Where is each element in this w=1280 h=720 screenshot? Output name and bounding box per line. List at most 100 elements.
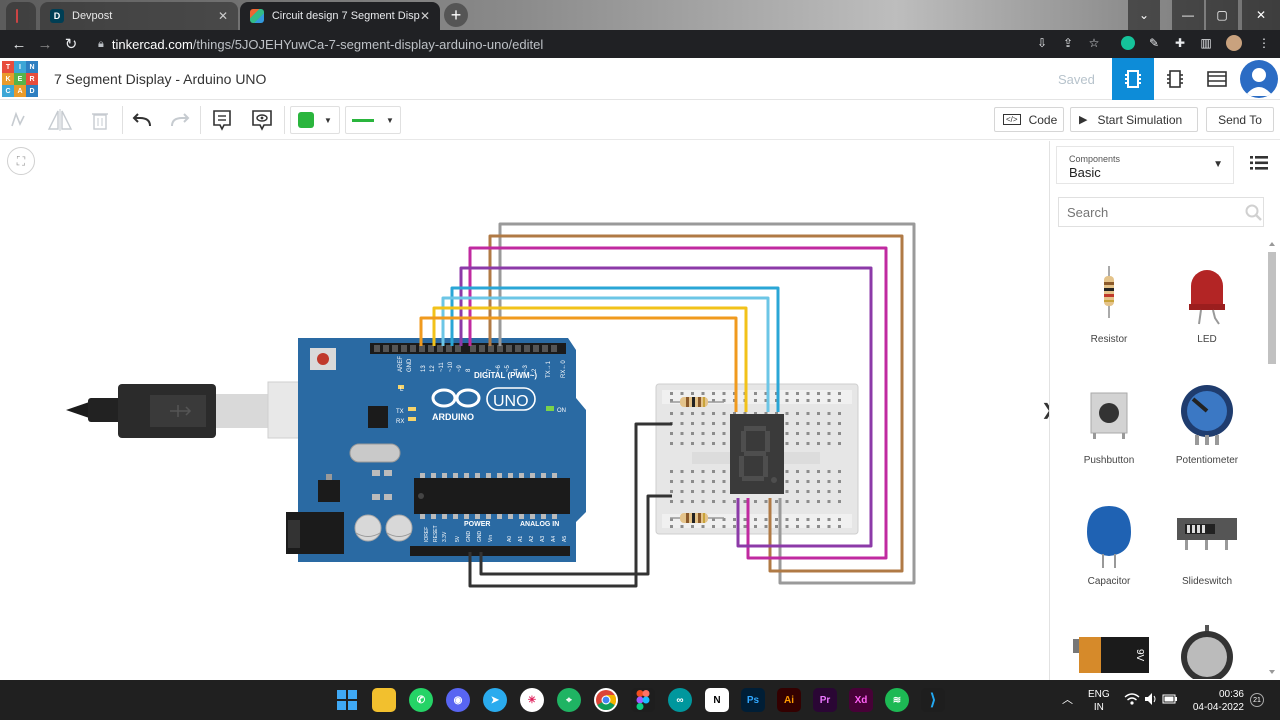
rotate-icon[interactable] [6, 106, 30, 134]
slack-icon[interactable]: ✳ [520, 688, 544, 712]
wire-color-picker[interactable]: ▼ [290, 106, 340, 134]
share-icon[interactable]: ⇪ [1058, 33, 1078, 53]
premiere-icon[interactable]: Pr [813, 688, 837, 712]
play-icon: ▶ [1079, 114, 1088, 126]
chevron-down-icon: ▼ [324, 115, 332, 125]
volume-icon[interactable] [1144, 692, 1158, 711]
maximize-button[interactable]: ▢ [1206, 0, 1238, 30]
windows-start-icon[interactable] [335, 688, 359, 712]
close-icon[interactable]: ✕ [420, 9, 430, 23]
component-pushbutton[interactable]: Pushbutton [1061, 373, 1157, 489]
illustrator-icon[interactable]: Ai [777, 688, 801, 712]
circuit-view-button[interactable] [1112, 58, 1154, 100]
component-coin-cell[interactable] [1159, 615, 1255, 679]
wifi-icon[interactable] [1124, 692, 1140, 709]
address-bar[interactable]: 🔒︎ tinkercad.com/things/5JOJEHYuwCa-7-se… [98, 32, 1028, 56]
back-icon[interactable]: ← [6, 31, 32, 57]
panel-scrollbar[interactable] [1267, 240, 1277, 678]
components-dropdown[interactable]: Components Basic ▼ [1056, 146, 1234, 184]
redo-icon[interactable] [168, 106, 192, 134]
chevron-up-icon[interactable]: ︿ [1062, 691, 1073, 707]
language-indicator[interactable]: ENG IN [1088, 688, 1110, 714]
extensions-puzzle-icon[interactable]: ✚ [1170, 33, 1190, 53]
menu-dots-icon[interactable]: ⋮ [1254, 33, 1274, 53]
start-simulation-button[interactable]: ▶ Start Simulation [1070, 107, 1198, 132]
file-explorer-icon[interactable] [372, 688, 396, 712]
close-icon[interactable]: ✕ [218, 9, 228, 23]
chrome-icon[interactable] [594, 688, 618, 712]
list-view-icon[interactable] [1250, 155, 1268, 171]
delete-icon[interactable] [88, 106, 112, 134]
wire-type-icon [352, 118, 375, 122]
usb-cable[interactable] [66, 381, 339, 439]
wire-color-swatch [298, 112, 315, 128]
logo-letter: E [14, 73, 26, 85]
notes-icon[interactable] [210, 106, 234, 134]
coin-cell-icon [1181, 625, 1233, 679]
reload-icon[interactable]: ↻ [58, 31, 84, 57]
vscode-icon[interactable]: ⟩ [921, 688, 945, 712]
close-window-button[interactable]: ✕ [1242, 0, 1280, 30]
grammarly-icon[interactable] [1118, 33, 1138, 53]
tab-search-button[interactable]: ⌄ [1128, 0, 1160, 30]
components-dropdown-label: Components [1069, 154, 1121, 164]
sidepanel-icon[interactable]: ▥ [1196, 33, 1216, 53]
component-capacitor[interactable]: Capacitor [1061, 494, 1157, 610]
discord-icon[interactable]: ◉ [446, 688, 470, 712]
new-tab-button[interactable]: + [444, 3, 468, 27]
user-avatar[interactable] [1240, 60, 1278, 98]
pin-label: RESET [433, 525, 439, 542]
spotify-icon[interactable]: ≋ [885, 688, 909, 712]
battery-text: 9V [1134, 649, 1145, 662]
tab-pinned[interactable] [6, 2, 36, 30]
pin-label: 5V [455, 535, 461, 542]
tab-devpost[interactable]: D Devpost ✕ [40, 2, 238, 30]
install-icon[interactable]: ⇩ [1032, 33, 1052, 53]
xd-icon[interactable]: Xd [849, 688, 873, 712]
minimize-button[interactable]: — [1172, 0, 1204, 30]
search-input[interactable] [1058, 197, 1264, 227]
component-list-button[interactable] [1196, 58, 1238, 100]
code-icon: </> [1003, 114, 1021, 125]
tinkercad-logo[interactable]: T I N K E R C A D [2, 61, 38, 97]
flip-icon[interactable] [46, 106, 74, 134]
clock[interactable]: 00:36 04-04-2022 [1192, 688, 1244, 714]
component-resistor[interactable]: Resistor [1061, 252, 1157, 368]
send-to-button[interactable]: Send To [1206, 107, 1274, 132]
pin-label: 12 [430, 365, 436, 372]
forward-icon[interactable]: → [32, 31, 58, 57]
component-led[interactable]: LED [1159, 252, 1255, 368]
component-slideswitch[interactable]: Slideswitch [1159, 494, 1255, 610]
design-title[interactable]: 7 Segment Display - Arduino UNO [54, 71, 266, 87]
battery-status-icon[interactable] [1162, 692, 1178, 711]
component-potentiometer[interactable]: Potentiometer [1159, 373, 1255, 489]
bookmark-star-icon[interactable]: ☆ [1084, 33, 1104, 53]
led-icon [1189, 270, 1225, 325]
chevron-down-icon: ▼ [386, 115, 394, 125]
devpost-icon: D [50, 9, 64, 23]
arduino-ide-icon[interactable]: ∞ [668, 688, 692, 712]
component-9v-battery[interactable]: 9V [1061, 615, 1157, 679]
pin-label: TX→1 [546, 360, 552, 378]
profile-icon[interactable] [1224, 33, 1244, 53]
wire-type-picker[interactable]: ▼ [345, 106, 401, 134]
maps-icon[interactable]: ⌖ [557, 688, 581, 712]
search-icon[interactable] [1245, 204, 1263, 222]
arduino-uno-board[interactable]: DIGITAL (PWM~) AREF GND 13 12 ~11 ~10 ~9… [286, 338, 586, 562]
logo-letter: K [2, 73, 14, 85]
notion-icon[interactable]: N [705, 688, 729, 712]
photoshop-icon[interactable]: Ps [741, 688, 765, 712]
circuit-drawing[interactable]: DIGITAL (PWM~) AREF GND 13 12 ~11 ~10 ~9… [0, 141, 1049, 680]
figma-icon[interactable] [631, 688, 655, 712]
telegram-icon[interactable]: ➤ [483, 688, 507, 712]
undo-icon[interactable] [130, 106, 154, 134]
pen-extension-icon[interactable]: ✎ [1144, 33, 1164, 53]
notification-badge[interactable]: 21 [1250, 693, 1264, 707]
tab-tinkercad[interactable]: Circuit design 7 Segment Display ✕ [240, 2, 440, 30]
whatsapp-icon[interactable]: ✆ [409, 688, 433, 712]
seven-segment-display[interactable] [730, 414, 784, 494]
code-button[interactable]: </> Code [994, 107, 1064, 132]
notes-visibility-icon[interactable] [250, 106, 274, 134]
toolbar-divider [122, 106, 123, 134]
schematic-view-button[interactable] [1154, 58, 1196, 100]
